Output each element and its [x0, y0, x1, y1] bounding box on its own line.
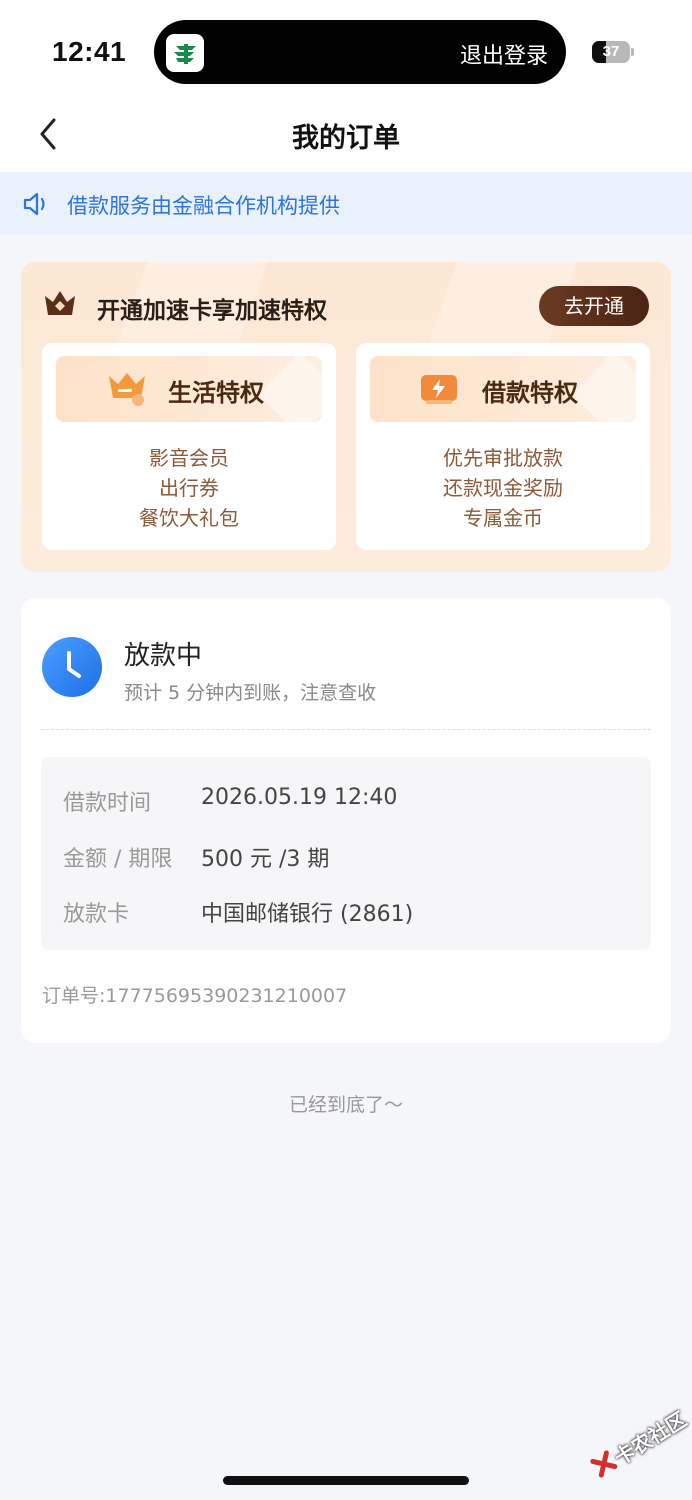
- perk-card-life[interactable]: 生活特权 影音会员 出行券 餐饮大礼包: [42, 343, 336, 550]
- logout-button[interactable]: 退出登录: [460, 38, 548, 70]
- notice-text: 借款服务由金融合作机构提供: [67, 194, 340, 218]
- lightning-ticket-icon: [421, 375, 457, 404]
- detail-value: 500 元 /3 期: [201, 847, 330, 872]
- detail-value: 2026.05.19 12:40: [201, 785, 398, 810]
- status-bar: 12:41 退出登录 37: [0, 0, 692, 100]
- perk-header: 借款特权: [370, 356, 636, 422]
- order-status: 放款中: [124, 641, 203, 671]
- divider: [41, 729, 651, 730]
- perk-name: 生活特权: [168, 379, 264, 407]
- perk-card-loan[interactable]: 借款特权 优先审批放款 还款现金奖励 专属金币: [356, 343, 650, 550]
- crown-icon: [45, 291, 75, 315]
- perk-item: 优先审批放款: [443, 446, 563, 470]
- watermark-logo: 卡农社区: [577, 1389, 692, 1500]
- detail-label: 放款卡: [63, 902, 130, 927]
- perk-name: 借款特权: [482, 379, 578, 407]
- status-time: 12:41: [52, 36, 127, 67]
- watermark-text: 卡农社区: [610, 1407, 691, 1470]
- crown-gift-icon: [109, 373, 145, 406]
- page-title: 我的订单: [292, 123, 400, 154]
- perk-header: 生活特权: [56, 356, 322, 422]
- detail-value: 中国邮储银行 (2861): [201, 902, 414, 927]
- promo-title: 开通加速卡享加速特权: [97, 298, 327, 324]
- battery-level: 37: [602, 43, 620, 60]
- order-card[interactable]: 放款中 预计 5 分钟内到账，注意查收 借款时间 2026.05.19 12:4…: [21, 598, 671, 1043]
- end-of-list-text: 已经到底了～: [288, 1094, 403, 1116]
- activate-button[interactable]: 去开通: [539, 286, 649, 326]
- perk-item: 影音会员: [149, 446, 229, 470]
- detail-label: 借款时间: [63, 791, 152, 816]
- notice-bar: 借款服务由金融合作机构提供: [0, 172, 692, 235]
- perk-item: 专属金币: [463, 506, 543, 530]
- order-details: 借款时间 2026.05.19 12:40 金额 / 期限 500 元 /3 期…: [41, 757, 651, 950]
- battery-icon: 37: [592, 41, 634, 63]
- perk-item: 还款现金奖励: [443, 476, 563, 500]
- order-number: 订单号:17775695390231210007: [42, 985, 348, 1007]
- speed-card-promo: 开通加速卡享加速特权 去开通 生活特权 影音会员 出行券 餐饮大礼包 借款特权 …: [21, 262, 671, 572]
- speaker-icon: [23, 192, 45, 216]
- home-indicator[interactable]: [223, 1476, 469, 1485]
- dynamic-island[interactable]: 退出登录: [154, 20, 566, 84]
- clock-icon: [42, 637, 102, 697]
- order-status-subtitle: 预计 5 分钟内到账，注意查收: [124, 682, 377, 704]
- perk-item: 出行券: [159, 476, 219, 500]
- detail-label: 金额 / 期限: [63, 847, 173, 872]
- perk-item: 餐饮大礼包: [139, 506, 239, 530]
- nav-bar: 我的订单: [0, 100, 692, 172]
- postal-bank-logo-icon: [166, 34, 204, 72]
